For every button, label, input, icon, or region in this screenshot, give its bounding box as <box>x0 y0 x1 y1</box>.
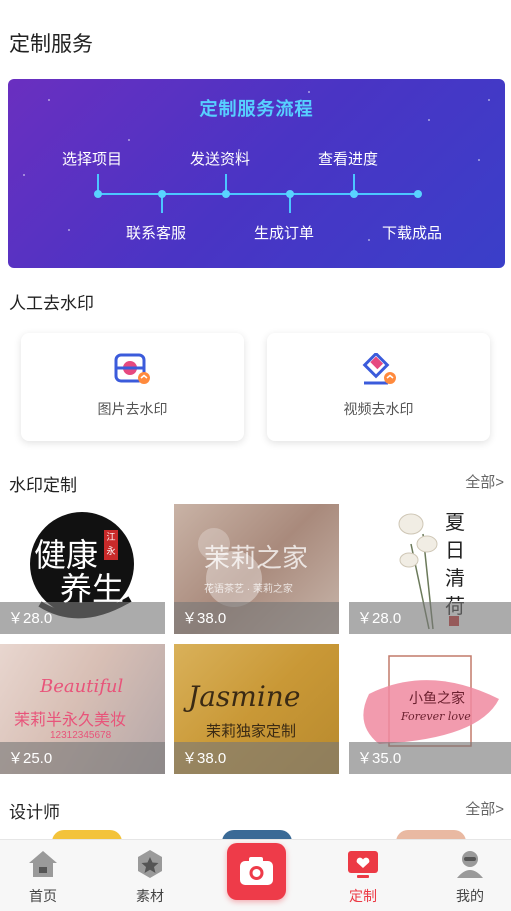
flow-step-select: 选择项目 <box>62 151 123 168</box>
tile-price: ￥28.0 <box>357 610 402 627</box>
service-flow-banner: 定制服务流程 选择项目 发送资料 查看进度 联系客服 生成订单 下载成品 <box>8 79 505 268</box>
tab-custom[interactable]: 定制 <box>323 840 403 911</box>
tab-mine[interactable]: 我的 <box>430 840 510 911</box>
tab-home[interactable]: 首页 <box>3 840 83 911</box>
tile-price: ￥38.0 <box>182 750 227 767</box>
tab-materials-label: 素材 <box>136 888 164 904</box>
tile-price: ￥38.0 <box>182 610 227 627</box>
flow-dot <box>94 190 102 198</box>
video-watermark-removal-label: 视频去水印 <box>343 401 414 417</box>
watermark-tile[interactable]: Jasmine 茉莉独家定制 ￥38.0 <box>174 644 339 774</box>
tile-art-text: Beautiful <box>40 676 124 697</box>
tile-price: ￥35.0 <box>357 750 402 767</box>
flow-dot <box>414 190 422 198</box>
designers-see-all[interactable]: 全部> <box>465 798 504 819</box>
flow-step-progress: 查看进度 <box>318 151 379 168</box>
camera-button[interactable] <box>227 843 286 900</box>
flow-title: 定制服务流程 <box>199 99 314 119</box>
watermark-custom-see-all[interactable]: 全部> <box>465 471 504 492</box>
tile-art-text: Jasmine <box>188 680 301 713</box>
flow-dot <box>350 190 358 198</box>
tile-price: ￥28.0 <box>8 610 53 627</box>
watermark-removal-title: 人工去水印 <box>9 294 94 313</box>
flow-step-order: 生成订单 <box>254 225 315 242</box>
tab-mine-label: 我的 <box>456 888 484 904</box>
watermark-tile[interactable]: 夏日清荷 ￥28.0 <box>349 504 511 634</box>
flow-dot <box>158 190 166 198</box>
watermark-tile[interactable]: Beautiful 茉莉半永久美妆 12312345678 ￥25.0 <box>0 644 165 774</box>
flow-dot <box>286 190 294 198</box>
watermark-tile[interactable]: 小鱼之家 Forever love ￥35.0 <box>349 644 511 774</box>
home-icon <box>27 849 59 879</box>
flow-step-download: 下载成品 <box>382 225 443 242</box>
flow-line <box>98 193 420 195</box>
tile-art-text: 茉莉之家 <box>204 544 309 574</box>
video-watermark-removal-card[interactable]: 视频去水印 <box>267 333 490 441</box>
watermark-custom-title: 水印定制 <box>9 476 77 495</box>
image-watermark-removal-label: 图片去水印 <box>97 401 168 417</box>
tv-heart-icon <box>347 849 379 879</box>
camera-icon <box>240 857 273 885</box>
tab-home-label: 首页 <box>29 888 57 904</box>
watermark-tile[interactable]: 茉莉之家 花语茶艺 · 茉莉之家 ￥38.0 <box>174 504 339 634</box>
tile-art-text: Forever love <box>401 710 471 723</box>
tile-art-text: 茉莉半永久美妆 <box>14 712 127 729</box>
flow-step-send: 发送资料 <box>190 151 251 168</box>
flow-step-contact: 联系客服 <box>126 225 187 242</box>
tile-seal: 江永 <box>104 530 118 560</box>
tab-materials[interactable]: 素材 <box>110 840 190 911</box>
tile-art-text: 小鱼之家 <box>409 690 465 706</box>
user-icon <box>454 849 486 879</box>
image-watermark-removal-card[interactable]: 图片去水印 <box>21 333 244 441</box>
flow-dot <box>222 190 230 198</box>
tile-price: ￥25.0 <box>8 750 53 767</box>
tile-art-text: 茉莉独家定制 <box>206 723 297 740</box>
image-remove-icon <box>114 353 152 387</box>
tile-art-subtext: 花语茶艺 · 茉莉之家 <box>204 584 293 595</box>
designers-title: 设计师 <box>9 803 60 822</box>
watermark-tile[interactable]: 健康 养生 江永 ￥28.0 <box>0 504 165 634</box>
eraser-icon <box>360 351 398 387</box>
tile-art-phone: 12312345678 <box>50 730 112 741</box>
star-box-icon <box>134 849 166 879</box>
page-title: 定制服务 <box>9 33 93 56</box>
tab-custom-label: 定制 <box>349 888 377 904</box>
